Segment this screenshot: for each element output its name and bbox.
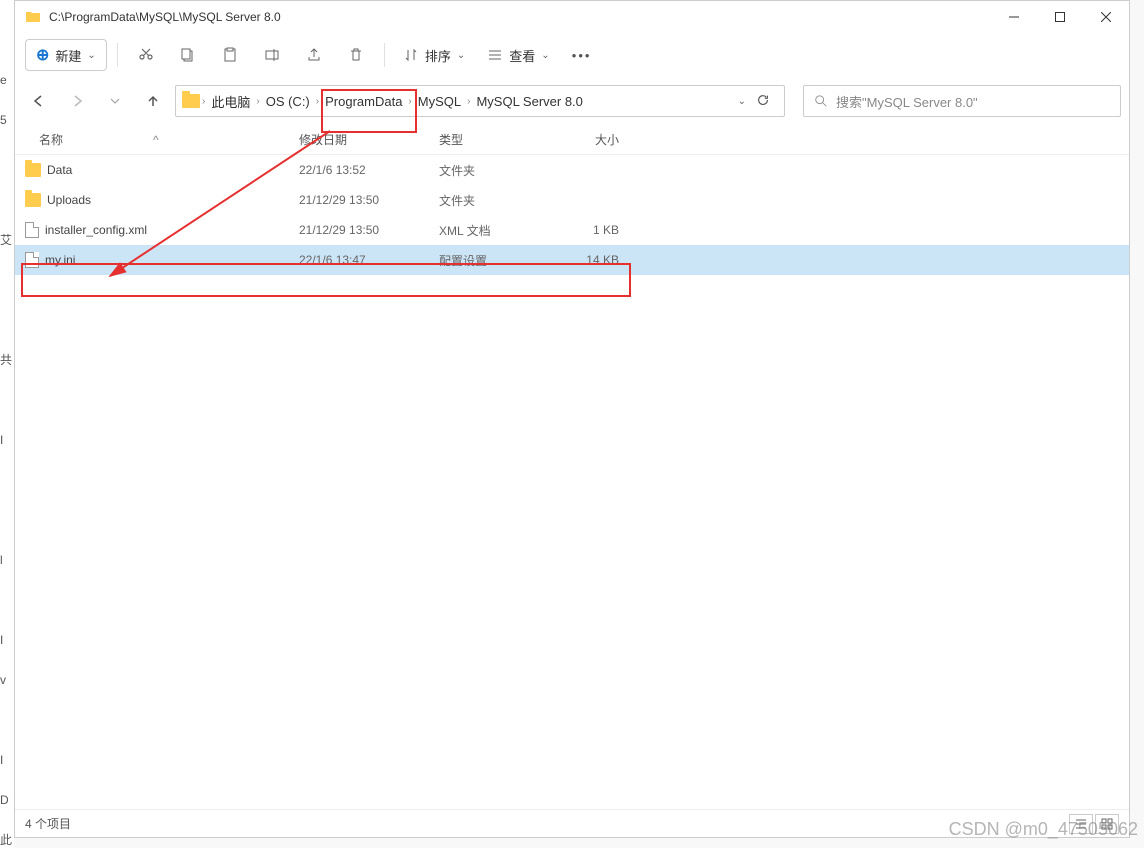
window-controls	[991, 1, 1129, 33]
cut-button[interactable]	[128, 39, 164, 71]
file-name: Uploads	[47, 193, 91, 207]
refresh-button[interactable]	[756, 93, 770, 110]
breadcrumb-item[interactable]: MySQL Server 8.0	[472, 94, 586, 109]
file-type: 文件夹	[439, 162, 559, 179]
up-button[interactable]	[137, 85, 169, 117]
file-modified: 22/1/6 13:52	[299, 163, 439, 177]
new-label: 新建	[55, 46, 81, 65]
file-modified: 21/12/29 13:50	[299, 223, 439, 237]
title-bar: C:\ProgramData\MySQL\MySQL Server 8.0	[15, 1, 1129, 33]
chevron-down-icon[interactable]: ⌄	[738, 96, 746, 107]
sort-icon	[403, 47, 419, 63]
view-button[interactable]: 查看 ⌄	[479, 39, 557, 71]
column-size[interactable]: 大小	[559, 131, 619, 148]
share-button[interactable]	[296, 39, 332, 71]
delete-button[interactable]	[338, 39, 374, 71]
view-label: 查看	[509, 46, 535, 65]
window-title: C:\ProgramData\MySQL\MySQL Server 8.0	[49, 10, 281, 24]
file-type: 配置设置	[439, 252, 559, 269]
folder-icon	[25, 163, 41, 177]
plus-icon: ⊕	[36, 45, 49, 65]
chevron-right-icon: ›	[408, 96, 411, 107]
file-name: my.ini	[45, 253, 75, 267]
chevron-down-icon: ⌄	[87, 50, 95, 61]
chevron-right-icon: ›	[202, 96, 205, 107]
details-view-button[interactable]	[1069, 814, 1093, 834]
search-icon	[814, 94, 828, 108]
folder-icon	[182, 94, 200, 108]
forward-button[interactable]	[61, 85, 93, 117]
column-headers: 名称 ^ 修改日期 类型 大小	[15, 125, 1129, 155]
recent-button[interactable]	[99, 85, 131, 117]
chevron-right-icon: ›	[467, 96, 470, 107]
folder-icon	[25, 9, 41, 25]
file-modified: 22/1/6 13:47	[299, 253, 439, 267]
breadcrumb-item[interactable]: MySQL	[414, 94, 465, 109]
list-icon	[487, 47, 503, 63]
breadcrumb-item[interactable]: OS (C:)	[262, 94, 314, 109]
column-modified[interactable]: 修改日期	[299, 131, 439, 148]
explorer-window: C:\ProgramData\MySQL\MySQL Server 8.0 ⊕ …	[14, 0, 1130, 838]
chevron-right-icon: ›	[316, 96, 319, 107]
new-button[interactable]: ⊕ 新建 ⌄	[25, 39, 107, 71]
chevron-right-icon: ›	[256, 96, 259, 107]
sort-arrow-icon: ^	[153, 133, 159, 147]
more-button[interactable]: •••	[564, 39, 600, 71]
file-row[interactable]: my.ini 22/1/6 13:47 配置设置 14 KB	[15, 245, 1129, 275]
file-row[interactable]: Data 22/1/6 13:52 文件夹	[15, 155, 1129, 185]
file-type: 文件夹	[439, 192, 559, 209]
navigation-bar: › 此电脑 › OS (C:) › ProgramData › MySQL › …	[15, 77, 1129, 125]
ellipsis-icon: •••	[572, 48, 592, 63]
breadcrumb-item[interactable]: 此电脑	[207, 92, 254, 111]
item-count: 4 个项目	[25, 815, 71, 832]
column-name[interactable]: 名称	[39, 131, 63, 148]
file-size: 1 KB	[559, 223, 619, 237]
search-placeholder: 搜索"MySQL Server 8.0"	[836, 92, 978, 111]
paste-button[interactable]	[212, 39, 248, 71]
chevron-down-icon: ⌄	[457, 50, 465, 61]
status-bar: 4 个项目	[15, 809, 1129, 837]
copy-icon	[180, 47, 196, 63]
toolbar: ⊕ 新建 ⌄ 排序 ⌄ 查看 ⌄ •••	[15, 33, 1129, 77]
minimize-button[interactable]	[991, 1, 1037, 33]
sort-label: 排序	[425, 46, 451, 65]
file-size: 14 KB	[559, 253, 619, 267]
file-icon	[25, 252, 39, 268]
file-row[interactable]: Uploads 21/12/29 13:50 文件夹	[15, 185, 1129, 215]
file-list: Data 22/1/6 13:52 文件夹 Uploads 21/12/29 1…	[15, 155, 1129, 809]
close-button[interactable]	[1083, 1, 1129, 33]
scissors-icon	[138, 47, 154, 63]
file-name: installer_config.xml	[45, 223, 147, 237]
breadcrumb-item[interactable]: ProgramData	[321, 94, 406, 109]
file-icon	[25, 222, 39, 238]
maximize-button[interactable]	[1037, 1, 1083, 33]
rename-button[interactable]	[254, 39, 290, 71]
clipboard-icon	[222, 47, 238, 63]
address-bar[interactable]: › 此电脑 › OS (C:) › ProgramData › MySQL › …	[175, 85, 785, 117]
file-row[interactable]: installer_config.xml 21/12/29 13:50 XML …	[15, 215, 1129, 245]
rename-icon	[264, 47, 280, 63]
chevron-down-icon: ⌄	[541, 50, 549, 61]
share-icon	[306, 47, 322, 63]
file-name: Data	[47, 163, 72, 177]
icons-view-button[interactable]	[1095, 814, 1119, 834]
folder-icon	[25, 193, 41, 207]
column-type[interactable]: 类型	[439, 131, 559, 148]
back-button[interactable]	[23, 85, 55, 117]
file-type: XML 文档	[439, 222, 559, 239]
trash-icon	[348, 47, 364, 63]
file-modified: 21/12/29 13:50	[299, 193, 439, 207]
sort-button[interactable]: 排序 ⌄	[395, 39, 473, 71]
search-input[interactable]: 搜索"MySQL Server 8.0"	[803, 85, 1121, 117]
copy-button[interactable]	[170, 39, 206, 71]
